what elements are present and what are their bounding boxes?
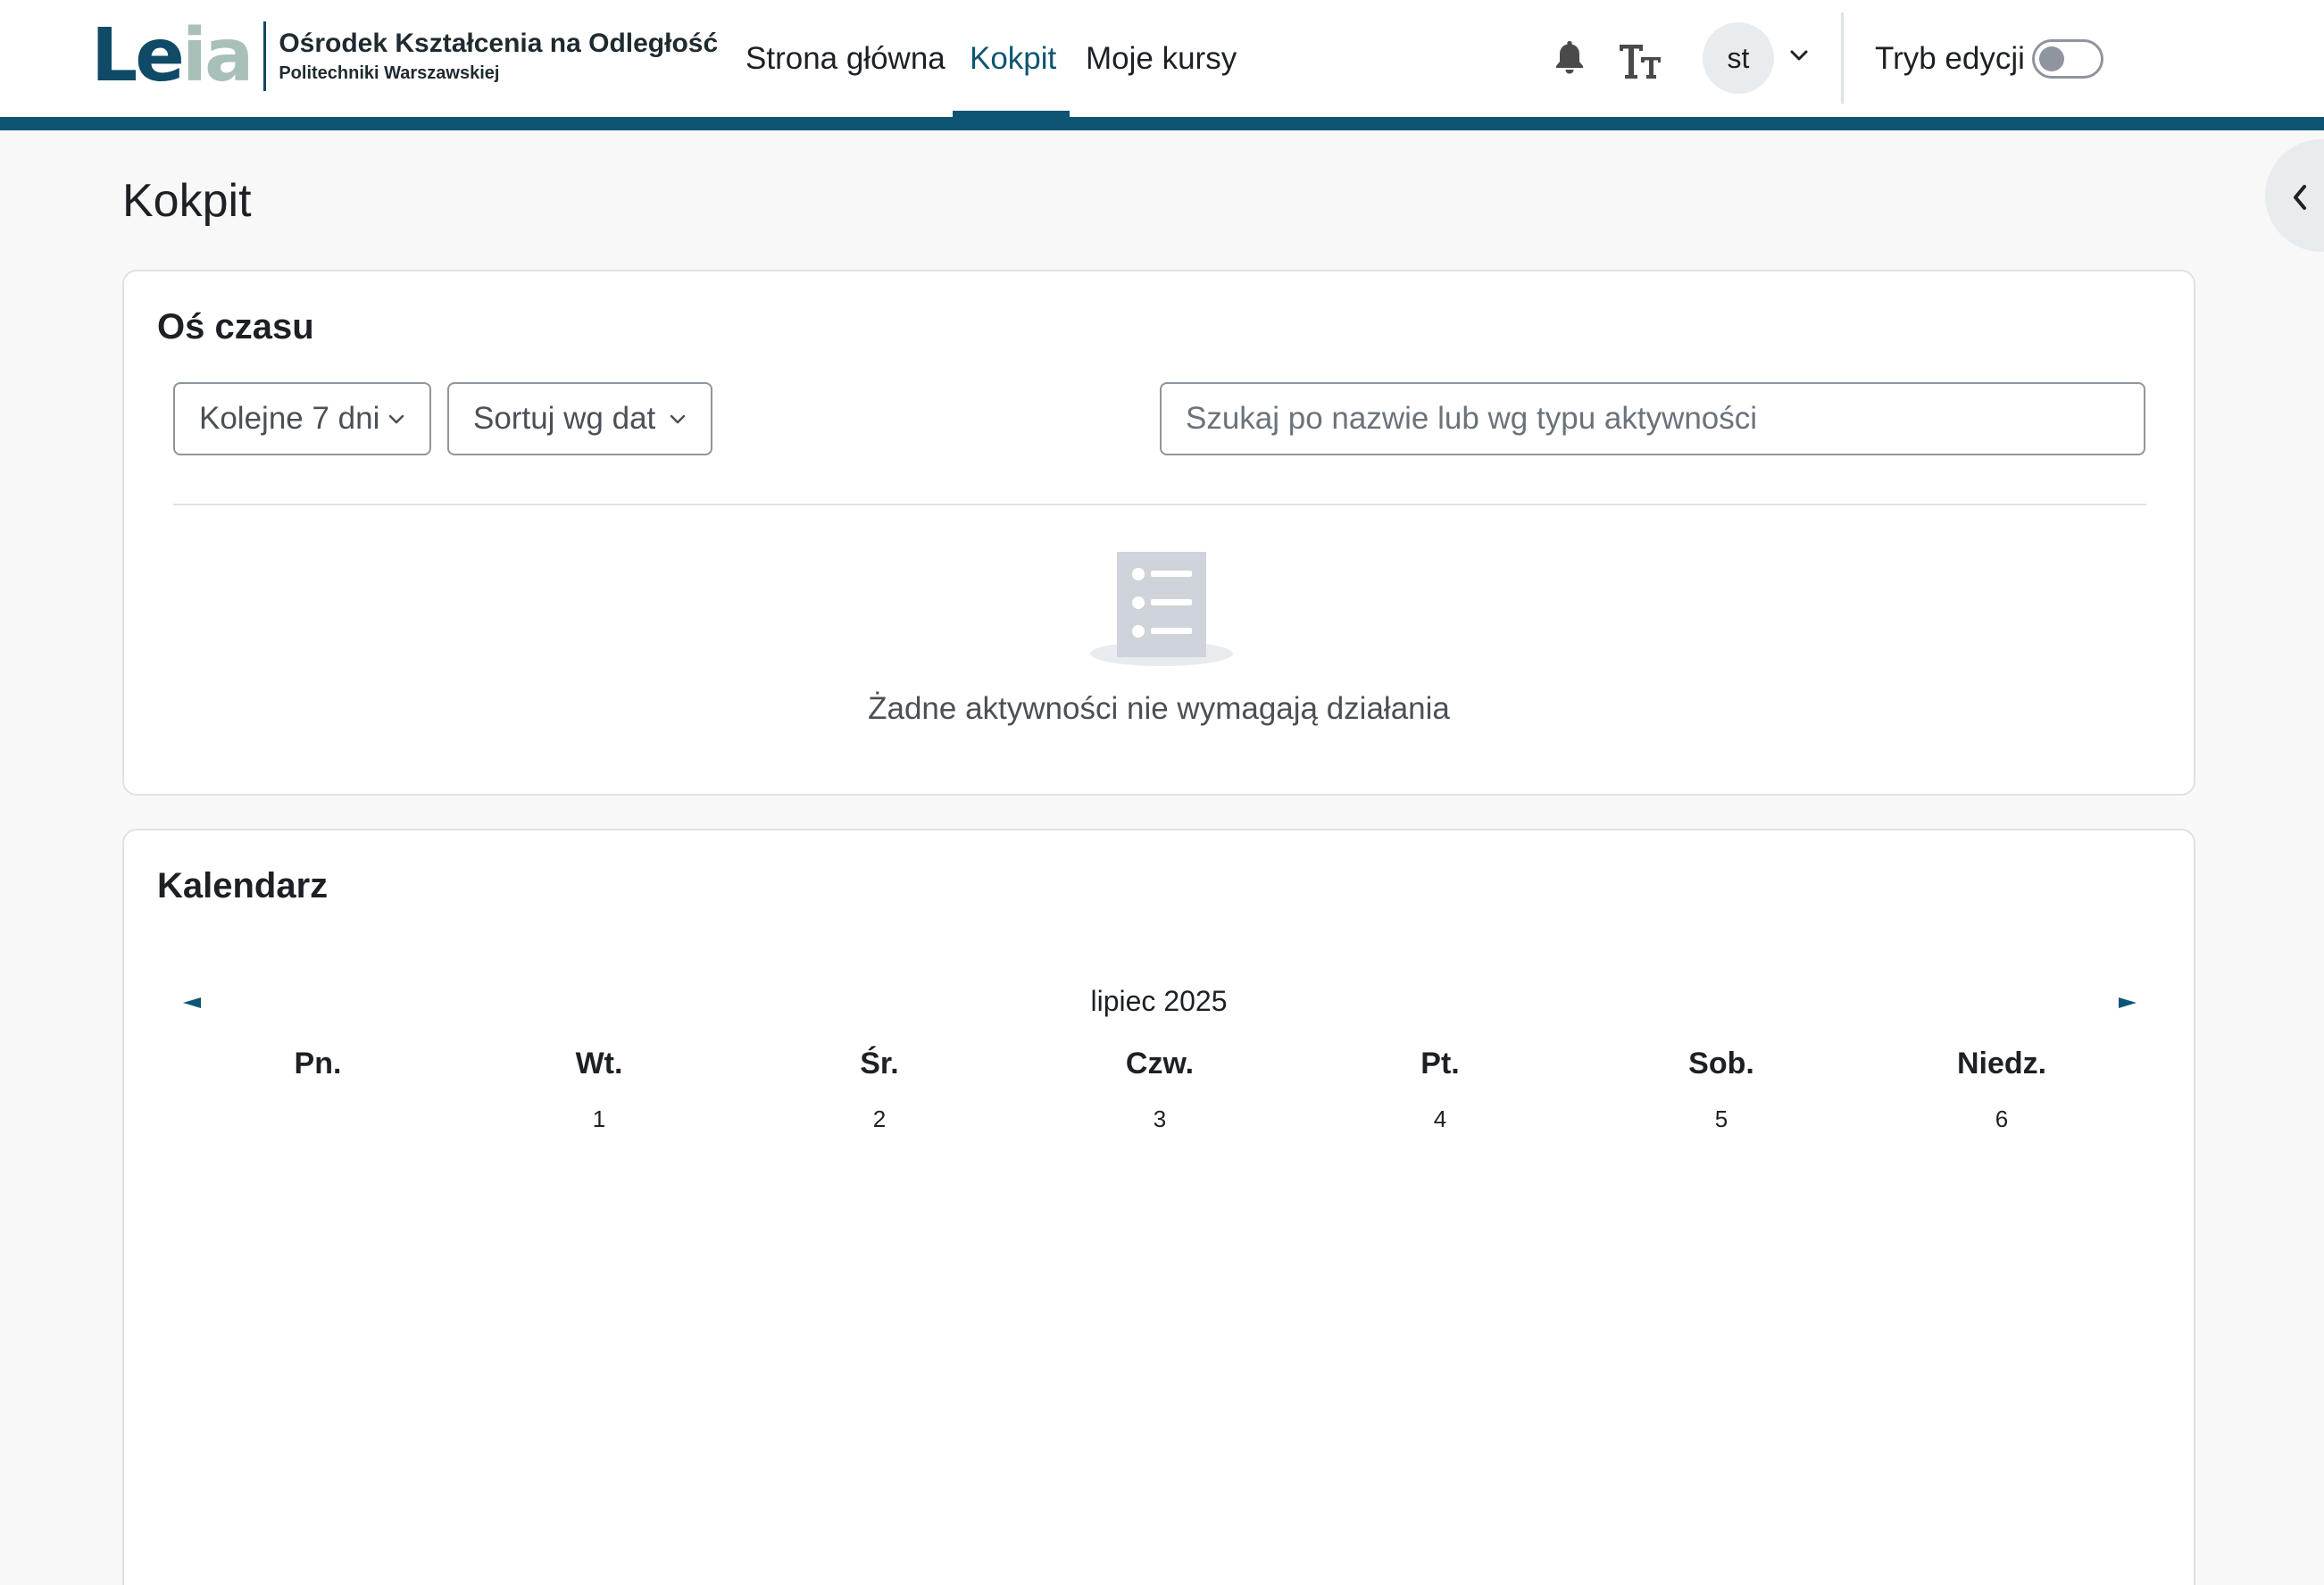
calendar-day[interactable]: 1 xyxy=(510,1104,688,1134)
timeline-search-input[interactable]: Szukaj po nazwie lub wg typu aktywności xyxy=(1160,382,2145,455)
logo-title: Ośrodek Kształcenia na Odległość xyxy=(279,29,719,58)
timeline-empty-message: Żadne aktywności nie wymagają działania xyxy=(868,691,1450,726)
sort-select-label: Sortuj wg dat xyxy=(473,401,656,436)
logo-text: Ośrodek Kształcenia na Odległość Politec… xyxy=(279,27,718,86)
top-navbar: Leia Ośrodek Kształcenia na Odległość Po… xyxy=(0,0,2324,117)
next-month-icon[interactable] xyxy=(2117,997,2138,1009)
weekday-header: Pt. xyxy=(1420,1047,1460,1080)
calendar-month-label: lipiec 2025 xyxy=(1090,985,1228,1017)
timeline-range-select[interactable]: Kolejne 7 dni xyxy=(173,382,431,455)
calendar-block: Kalendarz lipiec 2025 Pn. Wt. Śr. Czw. P… xyxy=(122,829,2195,1585)
site-logo[interactable]: Leia Ośrodek Kształcenia na Odległość Po… xyxy=(91,20,718,93)
active-nav-indicator xyxy=(953,111,1070,117)
weekday-header: Sob. xyxy=(1688,1047,1754,1080)
logo-subtitle: Politechniki Warszawskiej xyxy=(279,63,500,83)
weekday-header: Pn. xyxy=(294,1047,342,1080)
chevron-down-icon[interactable] xyxy=(1789,49,1809,62)
nav-home[interactable]: Strona główna xyxy=(746,39,945,79)
edit-mode-toggle[interactable] xyxy=(2032,39,2103,79)
timeline-block: Oś czasu Kolejne 7 dni Sortuj wg dat Szu… xyxy=(122,270,2195,796)
calendar-day[interactable]: 6 xyxy=(1912,1104,2091,1134)
toggle-knob xyxy=(2039,46,2064,71)
nav-my-courses[interactable]: Moje kursy xyxy=(1086,39,1237,79)
weekday-header: Wt. xyxy=(575,1047,623,1080)
chevron-down-icon xyxy=(388,414,404,424)
timeline-divider xyxy=(173,504,2146,505)
navbar-divider xyxy=(1841,13,1844,104)
logo-divider xyxy=(263,21,267,91)
font-size-icon[interactable] xyxy=(1618,41,1662,80)
chevron-left-icon[interactable] xyxy=(2290,183,2310,212)
navbar-accent-bar xyxy=(0,117,2324,130)
weekday-header: Niedz. xyxy=(1956,1047,2047,1080)
bell-icon[interactable] xyxy=(1553,39,1586,75)
logo-mark: Leia xyxy=(91,13,254,98)
chevron-down-icon xyxy=(670,414,686,424)
empty-list-icon xyxy=(1090,552,1233,666)
calendar-title: Kalendarz xyxy=(157,866,329,905)
weekday-header: Czw. xyxy=(1125,1047,1195,1080)
calendar-day[interactable]: 4 xyxy=(1351,1104,1529,1134)
timeline-title: Oś czasu xyxy=(157,307,314,346)
edit-mode-label: Tryb edycji xyxy=(1875,41,2025,76)
user-avatar[interactable]: st xyxy=(1703,22,1774,94)
range-select-label: Kolejne 7 dni xyxy=(199,401,380,436)
search-placeholder: Szukaj po nazwie lub wg typu aktywności xyxy=(1186,401,1758,436)
weekday-header: Śr. xyxy=(860,1047,899,1080)
timeline-sort-select[interactable]: Sortuj wg dat xyxy=(447,382,712,455)
calendar-day[interactable]: 3 xyxy=(1070,1104,1249,1134)
calendar-day[interactable]: 2 xyxy=(790,1104,969,1134)
page-title: Kokpit xyxy=(122,175,252,227)
calendar-day[interactable]: 5 xyxy=(1632,1104,1811,1134)
nav-dashboard[interactable]: Kokpit xyxy=(970,39,1056,79)
